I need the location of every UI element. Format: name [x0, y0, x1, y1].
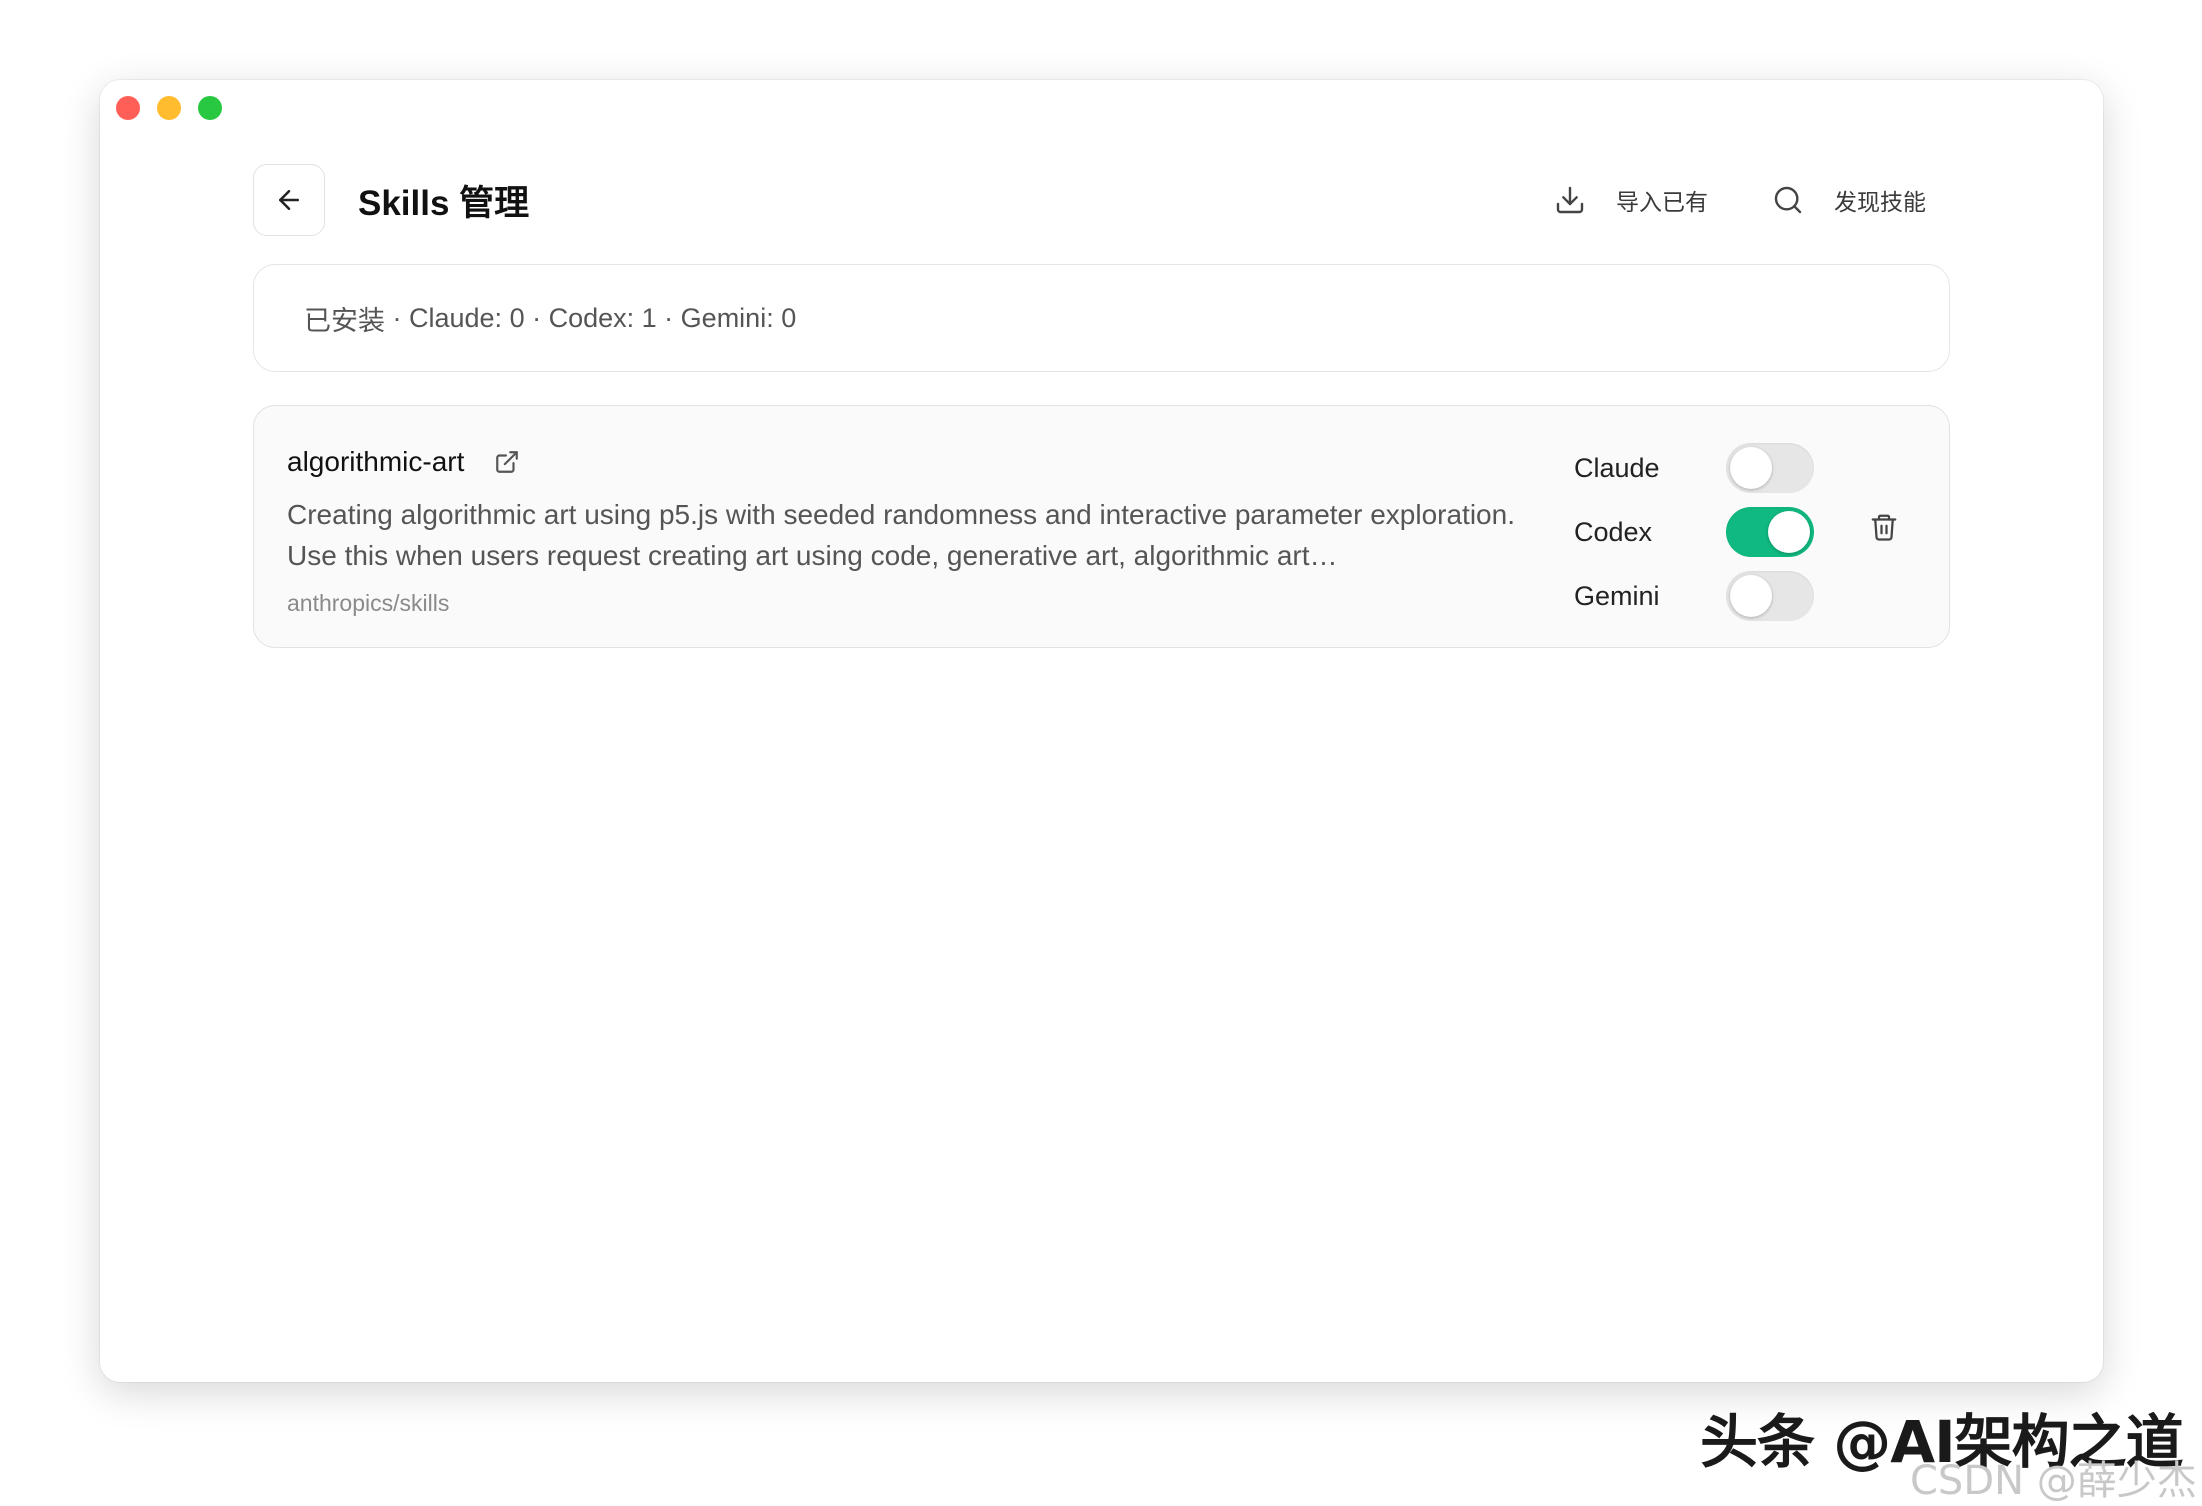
app-toggles: Claude Codex Gemini: [1574, 436, 1814, 628]
toggle-label-claude: Claude: [1574, 452, 1660, 483]
summary-separator: ·: [385, 302, 409, 333]
codex-toggle[interactable]: [1726, 507, 1814, 557]
import-existing-button[interactable]: 导入已有: [1554, 183, 1708, 217]
summary-separator: ·: [656, 302, 681, 333]
external-link-icon: [496, 451, 519, 473]
window-controls: [116, 96, 222, 120]
installed-summary: 已安装 · Claude: 0 · Codex: 1 · Gemini: 0: [253, 264, 1950, 372]
minimize-window-button[interactable]: [157, 96, 181, 120]
skill-name: algorithmic-art: [287, 446, 465, 477]
page-header: Skills 管理 导入已有 发现技能: [253, 164, 1950, 236]
discover-skills-button[interactable]: 发现技能: [1772, 183, 1926, 217]
app-window: Skills 管理 导入已有 发现技能 已安装 · Claude: 0 · Co…: [100, 80, 2103, 1382]
skill-description: Creating algorithmic art using p5.js wit…: [287, 499, 1515, 571]
codex-count: Codex: 1: [548, 302, 657, 333]
claude-toggle[interactable]: [1726, 443, 1814, 493]
arrow-left-icon: [279, 190, 299, 210]
watermark-secondary: CSDN @薛少杰: [1910, 1458, 2197, 1504]
toggle-row-codex: Codex: [1574, 500, 1814, 564]
claude-count: Claude: 0: [409, 302, 525, 333]
gemini-count: Gemini: 0: [680, 302, 797, 333]
toggle-row-claude: Claude: [1574, 436, 1814, 500]
skill-source: anthropics/skills: [287, 590, 450, 616]
toggle-knob: [1730, 447, 1772, 489]
summary-separator: ·: [524, 302, 549, 333]
open-skill-link[interactable]: [494, 449, 520, 475]
back-button[interactable]: [253, 164, 325, 236]
skill-info: algorithmic-art Creating algorithmic art…: [287, 444, 1557, 617]
search-icon: [1774, 186, 1802, 214]
header-actions: 导入已有 发现技能: [1554, 164, 1950, 236]
trash-icon: [1871, 514, 1897, 541]
skill-name-row: algorithmic-art: [287, 444, 1557, 480]
close-window-button[interactable]: [116, 96, 140, 120]
toggle-knob: [1730, 575, 1772, 617]
maximize-window-button[interactable]: [198, 96, 222, 120]
download-icon: [1556, 186, 1584, 214]
page-title: Skills 管理: [358, 183, 530, 223]
delete-skill-button[interactable]: [1866, 509, 1902, 545]
gemini-toggle[interactable]: [1726, 571, 1814, 621]
skill-card: algorithmic-art Creating algorithmic art…: [253, 405, 1950, 648]
toggle-knob: [1768, 511, 1810, 553]
installed-label: 已安装: [304, 305, 385, 336]
toggle-label-gemini: Gemini: [1574, 580, 1660, 611]
toggle-row-gemini: Gemini: [1574, 564, 1814, 628]
toggle-label-codex: Codex: [1574, 516, 1653, 547]
import-existing-label: 导入已有: [1616, 189, 1708, 215]
discover-skills-label: 发现技能: [1834, 189, 1926, 215]
